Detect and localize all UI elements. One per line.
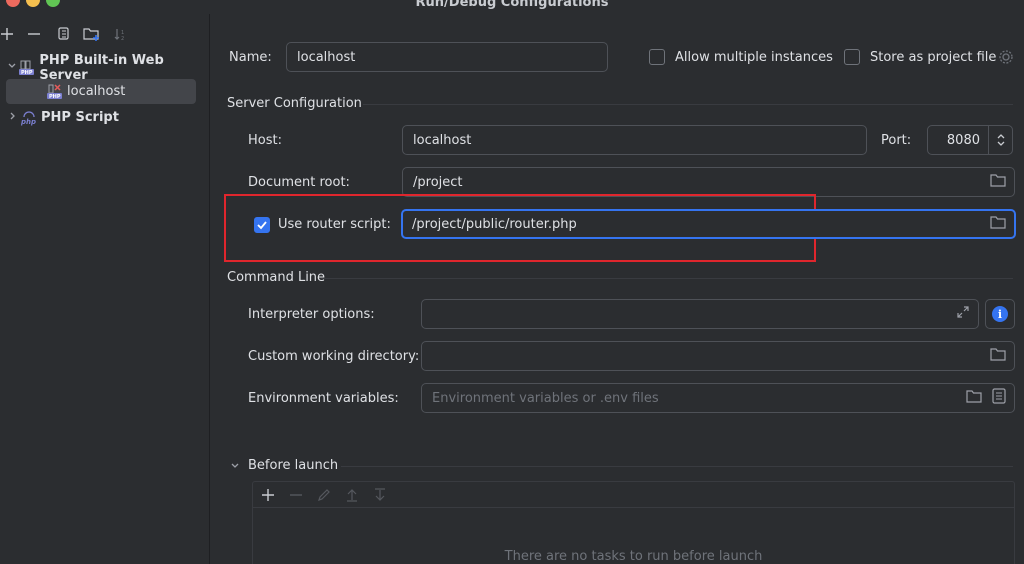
document-root-label: Document root: bbox=[248, 175, 350, 190]
environment-variables-placeholder: Environment variables or .env files bbox=[432, 390, 659, 406]
folder-icon[interactable] bbox=[990, 347, 1006, 365]
edit-task-icon[interactable] bbox=[315, 486, 333, 504]
tree-item-php-script[interactable]: php PHP Script bbox=[6, 105, 196, 130]
chevron-down-icon[interactable] bbox=[230, 460, 240, 475]
name-value: localhost bbox=[297, 49, 356, 65]
document-icon[interactable] bbox=[992, 388, 1006, 408]
interpreter-options-label: Interpreter options: bbox=[248, 307, 375, 322]
section-divider bbox=[341, 466, 1013, 467]
configurations-sidebar: 12 PHP PHP Built-in Web Server PHP local… bbox=[0, 14, 210, 564]
php-server-error-icon: PHP bbox=[46, 83, 64, 100]
allow-multiple-label: Allow multiple instances bbox=[675, 50, 833, 65]
remove-task-icon[interactable] bbox=[287, 486, 305, 504]
title-bar: Run/Debug Configurations bbox=[0, 0, 1024, 14]
new-folder-icon[interactable] bbox=[82, 24, 102, 44]
svg-text:2: 2 bbox=[121, 36, 124, 41]
php-script-icon: php bbox=[20, 110, 38, 126]
use-router-script-checkbox[interactable] bbox=[254, 217, 270, 233]
remove-icon[interactable] bbox=[24, 24, 44, 44]
tasks-toolbar bbox=[253, 482, 1014, 508]
port-spinner[interactable]: 8080 bbox=[927, 125, 1013, 155]
host-label: Host: bbox=[248, 133, 282, 148]
working-directory-input[interactable] bbox=[421, 341, 1015, 371]
name-label: Name: bbox=[229, 50, 272, 65]
php-server-icon: PHP bbox=[18, 60, 36, 76]
folder-icon[interactable] bbox=[990, 215, 1006, 233]
tree-item-localhost[interactable]: PHP localhost bbox=[6, 79, 196, 104]
folder-icon[interactable] bbox=[966, 389, 982, 407]
name-input[interactable]: localhost bbox=[286, 42, 608, 72]
store-project-checkbox[interactable] bbox=[844, 49, 860, 65]
port-value: 8080 bbox=[946, 132, 980, 148]
allow-multiple-checkbox[interactable] bbox=[649, 49, 665, 65]
router-script-label: Use router script: bbox=[278, 217, 391, 232]
command-line-title: Command Line bbox=[227, 270, 326, 285]
tree-item-label: localhost bbox=[67, 84, 126, 99]
section-divider bbox=[321, 278, 1013, 279]
sort-icon[interactable]: 12 bbox=[110, 24, 130, 44]
tree-item-label: PHP Built-in Web Server bbox=[39, 52, 164, 83]
store-project-label: Store as project file bbox=[870, 50, 997, 65]
info-icon: i bbox=[992, 306, 1008, 322]
host-input[interactable]: localhost bbox=[402, 125, 867, 155]
environment-variables-label: Environment variables: bbox=[248, 391, 399, 406]
interpreter-options-input[interactable] bbox=[421, 299, 979, 329]
expand-icon[interactable] bbox=[956, 305, 970, 323]
move-up-icon[interactable] bbox=[343, 486, 361, 504]
folder-icon[interactable] bbox=[990, 173, 1006, 191]
configuration-panel: Name: localhost Allow multiple instances… bbox=[211, 14, 1024, 564]
document-root-value: /project bbox=[413, 174, 463, 190]
info-button[interactable]: i bbox=[985, 299, 1015, 329]
add-icon[interactable] bbox=[0, 24, 17, 44]
before-launch-tasks: There are no tasks to run before launch bbox=[252, 481, 1015, 564]
working-directory-label: Custom working directory: bbox=[248, 349, 420, 364]
document-root-input[interactable]: /project bbox=[402, 167, 1015, 197]
section-divider bbox=[363, 104, 1013, 105]
svg-text:PHP: PHP bbox=[21, 70, 33, 76]
spinner-arrows-icon[interactable] bbox=[988, 126, 1012, 154]
tree-item-php-builtin-server[interactable]: PHP PHP Built-in Web Server bbox=[6, 52, 196, 83]
svg-text:PHP: PHP bbox=[49, 94, 61, 100]
before-launch-title[interactable]: Before launch bbox=[248, 458, 338, 473]
gear-icon[interactable] bbox=[998, 49, 1014, 69]
chevron-right-icon[interactable] bbox=[6, 111, 20, 124]
router-script-value: /project/public/router.php bbox=[412, 216, 577, 232]
sidebar-toolbar: 12 bbox=[0, 24, 210, 44]
add-task-icon[interactable] bbox=[259, 486, 277, 504]
window-title: Run/Debug Configurations bbox=[415, 0, 609, 10]
environment-variables-input[interactable]: Environment variables or .env files bbox=[421, 383, 1015, 413]
server-configuration-title: Server Configuration bbox=[227, 96, 362, 111]
move-down-icon[interactable] bbox=[371, 486, 389, 504]
chevron-down-icon[interactable] bbox=[6, 61, 18, 74]
copy-icon[interactable] bbox=[53, 24, 73, 44]
tree-item-label: PHP Script bbox=[41, 110, 119, 125]
port-label: Port: bbox=[881, 133, 912, 148]
svg-text:php: php bbox=[20, 118, 36, 126]
router-script-input[interactable]: /project/public/router.php bbox=[401, 209, 1016, 239]
host-value: localhost bbox=[413, 132, 472, 148]
empty-tasks-message: There are no tasks to run before launch bbox=[504, 549, 763, 564]
